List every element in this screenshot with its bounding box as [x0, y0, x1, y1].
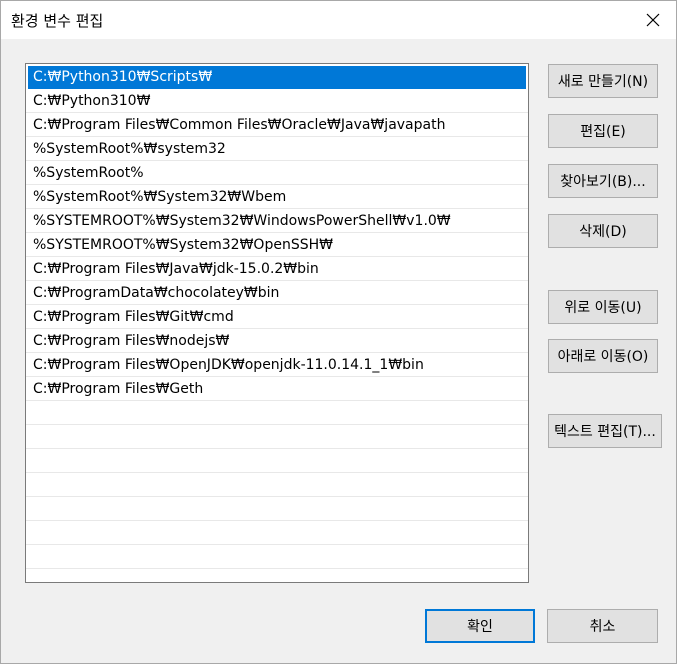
path-list-empty-row[interactable]: [26, 498, 528, 521]
path-list-empty-row[interactable]: [26, 474, 528, 497]
close-icon: [646, 13, 660, 27]
path-list-item[interactable]: %SYSTEMROOT%₩System32₩WindowsPowerShell₩…: [26, 210, 528, 233]
path-list-item[interactable]: C:₩Program Files₩Geth: [26, 378, 528, 401]
browse-button[interactable]: 찾아보기(B)...: [548, 164, 658, 198]
path-list-item-text: C:₩Python310₩: [33, 93, 151, 109]
path-list[interactable]: C:₩Python310₩Scripts₩ C:₩Python310₩ C:₩Pro…: [25, 63, 529, 583]
edit-button[interactable]: 편집(E): [548, 114, 658, 148]
window-title: 환경 변수 편집: [11, 12, 104, 30]
path-list-item-text: C:₩Program Files₩Geth: [33, 381, 204, 397]
path-list-item-text: %SYSTEMROOT%₩System32₩WindowsPowerShell₩…: [33, 213, 451, 229]
path-list-empty-row[interactable]: [26, 450, 528, 473]
path-list-item-text: C:₩Program Files₩OpenJDK₩openjdk-11.0.14…: [33, 357, 424, 373]
path-list-empty-row[interactable]: [26, 522, 528, 545]
path-list-item[interactable]: C:₩Program Files₩nodejs₩: [26, 330, 528, 353]
path-list-item-text: C:₩Python310₩Scripts₩: [33, 69, 213, 85]
path-list-item[interactable]: %SystemRoot%₩system32: [26, 138, 528, 161]
path-list-item[interactable]: C:₩Program Files₩Common Files₩Oracle₩Jav…: [26, 114, 528, 137]
path-list-item-text: C:₩ProgramData₩chocolatey₩bin: [33, 285, 280, 301]
ok-button[interactable]: 확인: [425, 609, 535, 643]
path-list-empty-row[interactable]: [26, 570, 528, 582]
cancel-button[interactable]: 취소: [547, 609, 658, 643]
path-list-item-text: C:₩Program Files₩Java₩jdk-15.0.2₩bin: [33, 261, 319, 277]
move-down-button[interactable]: 아래로 이동(O): [548, 339, 658, 373]
path-list-item-text: %SystemRoot%₩System32₩Wbem: [33, 189, 287, 205]
delete-button[interactable]: 삭제(D): [548, 214, 658, 248]
path-list-item[interactable]: C:₩Python310₩: [26, 90, 528, 113]
path-list-empty-row[interactable]: [26, 426, 528, 449]
move-up-button[interactable]: 위로 이동(U): [548, 290, 658, 324]
path-list-empty-row[interactable]: [26, 546, 528, 569]
new-button[interactable]: 새로 만들기(N): [548, 64, 658, 98]
path-list-item[interactable]: C:₩Program Files₩Git₩cmd: [26, 306, 528, 329]
path-list-item[interactable]: C:₩Python310₩Scripts₩: [28, 66, 526, 89]
path-list-item-text: C:₩Program Files₩nodejs₩: [33, 333, 230, 349]
path-list-item[interactable]: C:₩Program Files₩Java₩jdk-15.0.2₩bin: [26, 258, 528, 281]
path-list-item[interactable]: %SYSTEMROOT%₩System32₩OpenSSH₩: [26, 234, 528, 257]
path-list-item-text: %SystemRoot%₩system32: [33, 141, 226, 157]
edit-environment-variable-dialog: 환경 변수 편집 C:₩Python310₩Scripts₩ C:₩Python3…: [0, 0, 677, 664]
path-list-item[interactable]: C:₩ProgramData₩chocolatey₩bin: [26, 282, 528, 305]
path-list-item-text: %SYSTEMROOT%₩System32₩OpenSSH₩: [33, 237, 333, 253]
path-list-item-text: C:₩Program Files₩Git₩cmd: [33, 309, 234, 325]
title-bar: 환경 변수 편집: [1, 1, 676, 39]
path-list-empty-row[interactable]: [26, 402, 528, 425]
path-list-item-text: C:₩Program Files₩Common Files₩Oracle₩Jav…: [33, 117, 446, 133]
edit-text-button[interactable]: 텍스트 편집(T)...: [548, 414, 662, 448]
close-button[interactable]: [630, 1, 676, 39]
path-list-item[interactable]: C:₩Program Files₩OpenJDK₩openjdk-11.0.14…: [26, 354, 528, 377]
path-list-item-text: %SystemRoot%: [33, 165, 144, 181]
path-list-item[interactable]: %SystemRoot%: [26, 162, 528, 185]
path-list-item[interactable]: %SystemRoot%₩System32₩Wbem: [26, 186, 528, 209]
